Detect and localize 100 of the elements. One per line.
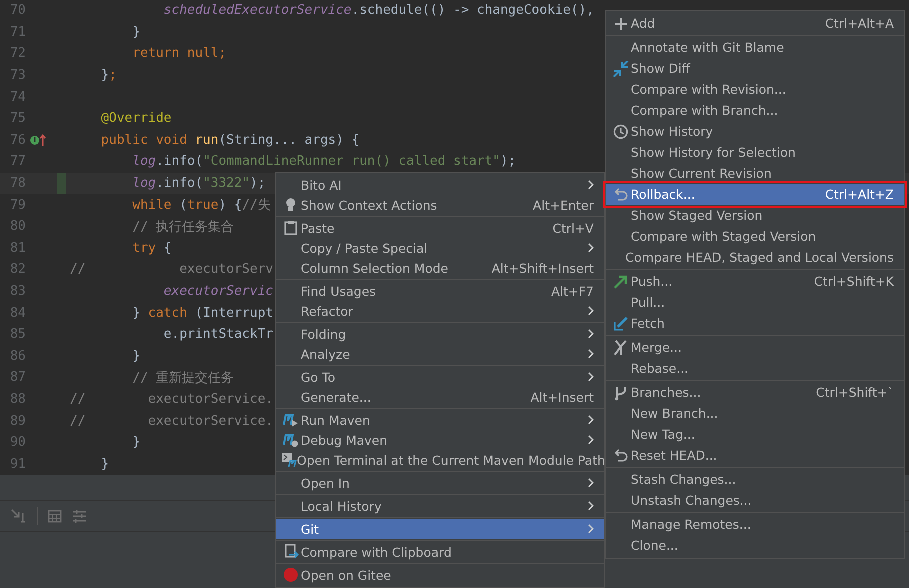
code-line: }; [100, 68, 117, 84]
menu-item[interactable]: Local History [276, 496, 604, 516]
menu-item[interactable]: Open Terminal at the Current Maven Module Path [276, 450, 604, 470]
menu-item[interactable]: Bito AI [276, 175, 604, 195]
menu-item[interactable]: Unstash Changes... [606, 490, 904, 511]
compare-icon [283, 544, 299, 560]
menu-item[interactable]: Stash Changes... [606, 469, 904, 490]
plus-icon [613, 16, 629, 32]
menu-item[interactable]: Show History [606, 121, 904, 142]
menu-item[interactable]: Compare with Branch... [606, 100, 904, 121]
code-line: // 执行任务集合 [132, 218, 234, 236]
menu-item[interactable]: Analyze [276, 344, 604, 364]
implements-gutter-icon[interactable] [30, 134, 48, 147]
line-number: 75 [9, 111, 26, 126]
menu-item[interactable]: Rebase... [606, 358, 904, 379]
menu-item[interactable]: Reset HEAD... [606, 445, 904, 466]
undo-arrow-icon [613, 448, 629, 464]
change-marker [57, 172, 66, 194]
menu-item[interactable]: Open on Gitee [276, 565, 604, 585]
menu-item[interactable]: Annotate with Git Blame [606, 37, 904, 58]
code-line: e.printStackTr [162, 327, 274, 342]
table-icon[interactable] [48, 510, 62, 522]
code-line: // 重新提交任务 [132, 370, 234, 387]
line-number: 77 [9, 154, 26, 170]
menu-item[interactable]: Show Current Revision [606, 163, 904, 184]
line-number: 71 [9, 24, 26, 40]
menu-item[interactable]: Git [276, 519, 604, 539]
menu-item[interactable]: Clone... [606, 535, 904, 556]
clock-icon [613, 124, 629, 140]
code-line: // executorService. [70, 414, 274, 429]
menu-item[interactable]: Compare with Revision... [606, 79, 904, 100]
line-number: 88 [9, 392, 26, 407]
menu-item[interactable]: Refactor [276, 301, 604, 321]
code-line: @Override [100, 111, 172, 126]
menu-item[interactable]: Compare HEAD, Staged and Local Versions [606, 247, 904, 268]
menu-item[interactable]: Generate... Alt+Insert [276, 387, 604, 407]
line-number: 84 [9, 306, 26, 321]
menu-item[interactable]: Rollback... Ctrl+Alt+Z [606, 184, 904, 205]
menu-item[interactable]: Fetch [606, 313, 904, 334]
menu-item[interactable]: New Tag... [606, 424, 904, 445]
menu-item[interactable]: Merge... [606, 337, 904, 358]
menu-item[interactable]: Go To [276, 367, 604, 387]
code-line: return null; [132, 46, 227, 62]
line-number: 86 [9, 348, 26, 364]
menu-item[interactable]: Show History for Selection [606, 142, 904, 163]
code-line: // executorServ [70, 262, 274, 278]
undo-arrow-icon [613, 186, 629, 202]
menu-item[interactable]: Run Maven [276, 410, 604, 430]
line-number: 81 [9, 240, 26, 256]
menu-item[interactable]: Pull... [606, 292, 904, 313]
line-number: 85 [9, 327, 26, 342]
clipboard-icon [283, 220, 299, 236]
menu-item[interactable]: Find Usages Alt+F7 [276, 281, 604, 301]
line-number: 76 [9, 132, 26, 148]
menu-item[interactable]: Debug Maven [276, 430, 604, 450]
line-number: 82 [9, 262, 26, 278]
menu-item[interactable]: Compare with Staged Version [606, 226, 904, 247]
code-line: executorServic [162, 284, 274, 300]
branch-icon [613, 384, 629, 400]
code-line: } [100, 456, 110, 472]
line-number: 74 [9, 90, 26, 105]
line-number: 70 [9, 3, 26, 18]
code-line: try { [132, 240, 172, 256]
menu-item[interactable]: Manage Remotes... [606, 514, 904, 535]
code-line: log.info("CommandLineRunner run() called start"); [132, 154, 516, 170]
menu-item[interactable]: Show Diff [606, 58, 904, 79]
code-line: } [132, 435, 140, 450]
code-line: public void run(String... args) { [100, 132, 360, 148]
diff-arrows-icon [613, 60, 629, 76]
code-line: while (true) {//失 [132, 197, 271, 214]
menu-item[interactable]: Copy / Paste Special [276, 238, 604, 258]
menu-item[interactable]: Folding [276, 324, 604, 344]
line-number: 89 [9, 414, 26, 429]
line-number: 90 [9, 435, 26, 450]
code-line: } [132, 24, 140, 40]
merge-icon [613, 340, 629, 356]
gitee-logo-icon [283, 567, 299, 583]
menu-item[interactable]: Open In [276, 473, 604, 493]
code-line: scheduledExecutorService.schedule(() -> changeCookie(), [162, 3, 594, 18]
menu-item[interactable]: Compare with Clipboard [276, 542, 604, 562]
menu-item[interactable]: Push... Ctrl+Shift+K [606, 271, 904, 292]
arrow-icon [613, 274, 629, 290]
line-number: 79 [9, 198, 26, 213]
line-number: 72 [9, 46, 26, 62]
menu-item[interactable]: Add Ctrl+Alt+A [606, 13, 904, 34]
line-number: 83 [9, 284, 26, 300]
code-line: } catch (Interrupt [132, 306, 274, 321]
menu-item[interactable]: Paste Ctrl+V [276, 218, 604, 238]
terminal-icon [281, 452, 297, 468]
menu-item[interactable]: Show Staged Version [606, 205, 904, 226]
code-line: } [132, 348, 140, 364]
menu-item[interactable]: New Branch... [606, 403, 904, 424]
menu-item[interactable]: Branches... Ctrl+Shift+` [606, 382, 904, 403]
menu-item[interactable]: Show Context Actions Alt+Enter [276, 195, 604, 215]
menu-item[interactable]: Column Selection Mode Alt+Shift+Insert [276, 258, 604, 278]
line-number: 73 [9, 68, 26, 84]
scroll-to-end-icon[interactable] [11, 509, 27, 523]
line-number: 87 [9, 370, 26, 386]
code-line: // executorService. [70, 392, 274, 407]
list-settings-icon[interactable] [72, 510, 87, 522]
